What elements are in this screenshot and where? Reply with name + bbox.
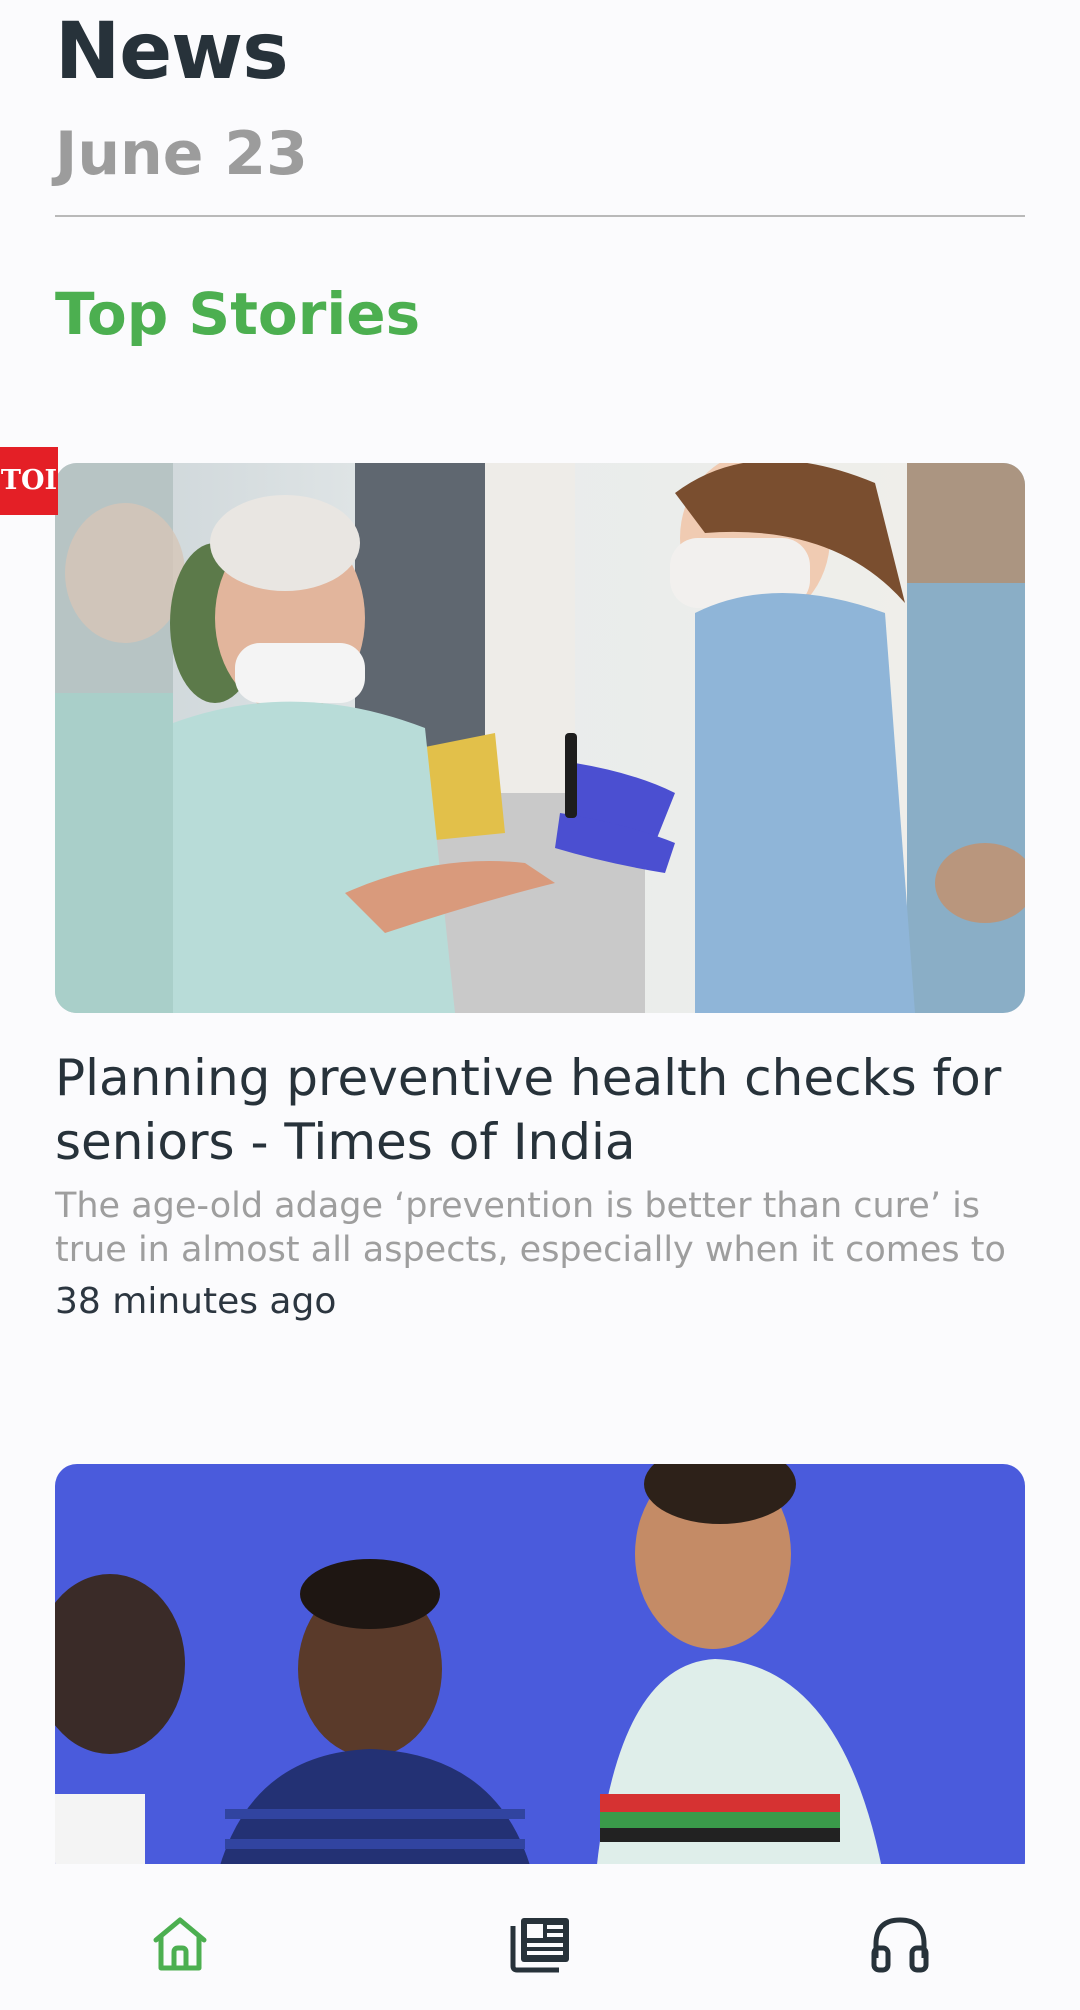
article-headline[interactable]: Planning preventive health checks for se… bbox=[55, 1046, 1025, 1174]
article-image-football[interactable] bbox=[55, 1464, 1025, 1884]
nav-audio-button[interactable] bbox=[860, 1904, 940, 1984]
section-title-top-stories: Top Stories bbox=[55, 280, 421, 348]
article-photo bbox=[55, 463, 1025, 1013]
article-timestamp: 38 minutes ago bbox=[55, 1281, 337, 1322]
source-badge-toi: TOI bbox=[0, 447, 58, 515]
nav-newsstand-button[interactable] bbox=[501, 1904, 581, 1984]
headphones-icon bbox=[871, 1917, 929, 1973]
page-title: News bbox=[55, 7, 289, 97]
bottom-navigation bbox=[0, 1864, 1080, 2010]
article-photo bbox=[55, 1464, 1025, 1884]
article-snippet: The age-old adage ‘prevention is better … bbox=[55, 1186, 1006, 1270]
home-icon bbox=[153, 1917, 207, 1971]
page-date: June 23 bbox=[55, 119, 308, 189]
nav-home-button[interactable] bbox=[140, 1904, 220, 1984]
newspaper-icon bbox=[510, 1918, 569, 1973]
article-image-health-check[interactable] bbox=[55, 463, 1025, 1013]
header-divider bbox=[55, 215, 1025, 217]
news-screen: News June 23 Top Stories TOI Planning pr… bbox=[0, 0, 1080, 2010]
